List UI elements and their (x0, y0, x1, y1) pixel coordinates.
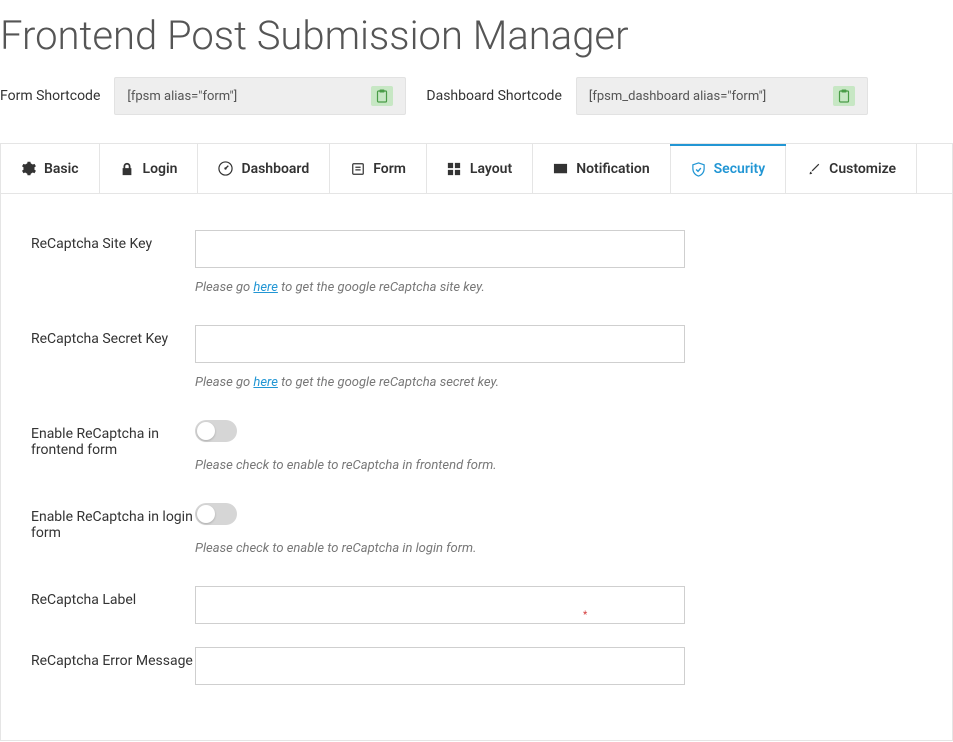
dashboard-icon (218, 161, 233, 176)
toggle-knob (197, 505, 215, 523)
tab-form[interactable]: Form (330, 144, 427, 193)
shield-icon (691, 162, 706, 177)
tab-notification[interactable]: Notification (533, 144, 670, 193)
dashboard-shortcode-value: [fpsm_dashboard alias="form"] (589, 89, 766, 104)
enable-login-toggle[interactable] (195, 503, 237, 525)
recaptcha-label-label: ReCaptcha Label (31, 586, 195, 635)
tab-customize[interactable]: Customize (786, 144, 917, 193)
secret-key-link[interactable]: here (253, 375, 277, 390)
tab-layout[interactable]: Layout (427, 144, 533, 193)
dashboard-shortcode-label: Dashboard Shortcode (426, 88, 562, 104)
enable-login-label: Enable ReCaptcha in login form (31, 503, 195, 556)
tab-notification-label: Notification (576, 161, 649, 177)
enable-frontend-hint: Please check to enable to reCaptcha in f… (195, 458, 685, 473)
lock-icon (120, 161, 135, 176)
form-shortcode-box[interactable]: [fpsm alias="form"] (114, 77, 406, 115)
layout-icon (447, 161, 462, 176)
tab-form-label: Form (373, 161, 406, 177)
recaptcha-error-label: ReCaptcha Error Message (31, 647, 195, 685)
site-key-link[interactable]: here (253, 280, 277, 295)
site-key-label: ReCaptcha Site Key (31, 230, 195, 295)
mail-icon (553, 161, 568, 176)
tab-dashboard[interactable]: Dashboard (198, 144, 330, 193)
required-star: * (583, 610, 953, 621)
toggle-knob (197, 422, 215, 440)
recaptcha-error-input[interactable] (195, 647, 685, 685)
tab-basic-label: Basic (44, 161, 79, 177)
copy-dashboard-shortcode[interactable] (833, 86, 855, 106)
site-key-hint: Please go here to get the google reCaptc… (195, 280, 685, 295)
secret-key-label: ReCaptcha Secret Key (31, 325, 195, 390)
tabs: Basic Login Dashboard Form Layout Notifi… (0, 143, 953, 193)
copy-form-shortcode[interactable] (371, 86, 393, 106)
tab-dashboard-label: Dashboard (241, 161, 309, 177)
tab-login[interactable]: Login (100, 144, 199, 193)
enable-login-hint: Please check to enable to reCaptcha in l… (195, 541, 685, 556)
tab-content-security: ReCaptcha Site Key Please go here to get… (0, 193, 953, 741)
tab-security[interactable]: Security (671, 144, 787, 193)
enable-frontend-toggle[interactable] (195, 420, 237, 442)
form-shortcode-value: [fpsm alias="form"] (127, 89, 237, 104)
form-icon (350, 161, 365, 176)
secret-key-hint: Please go here to get the google reCaptc… (195, 375, 685, 390)
tab-login-label: Login (143, 161, 178, 177)
site-key-input[interactable] (195, 230, 685, 268)
tab-layout-label: Layout (470, 161, 512, 177)
tab-customize-label: Customize (829, 161, 896, 177)
form-shortcode-label: Form Shortcode (0, 88, 100, 104)
page-title: Frontend Post Submission Manager (0, 0, 953, 77)
gear-icon (21, 161, 36, 176)
tab-basic[interactable]: Basic (1, 144, 100, 193)
brush-icon (806, 161, 821, 176)
tab-security-label: Security (714, 161, 766, 177)
shortcode-row: Form Shortcode [fpsm alias="form"] Dashb… (0, 77, 953, 115)
dashboard-shortcode-box[interactable]: [fpsm_dashboard alias="form"] (576, 77, 868, 115)
clipboard-icon (376, 89, 388, 103)
secret-key-input[interactable] (195, 325, 685, 363)
enable-frontend-label: Enable ReCaptcha in frontend form (31, 420, 195, 473)
clipboard-icon (838, 89, 850, 103)
